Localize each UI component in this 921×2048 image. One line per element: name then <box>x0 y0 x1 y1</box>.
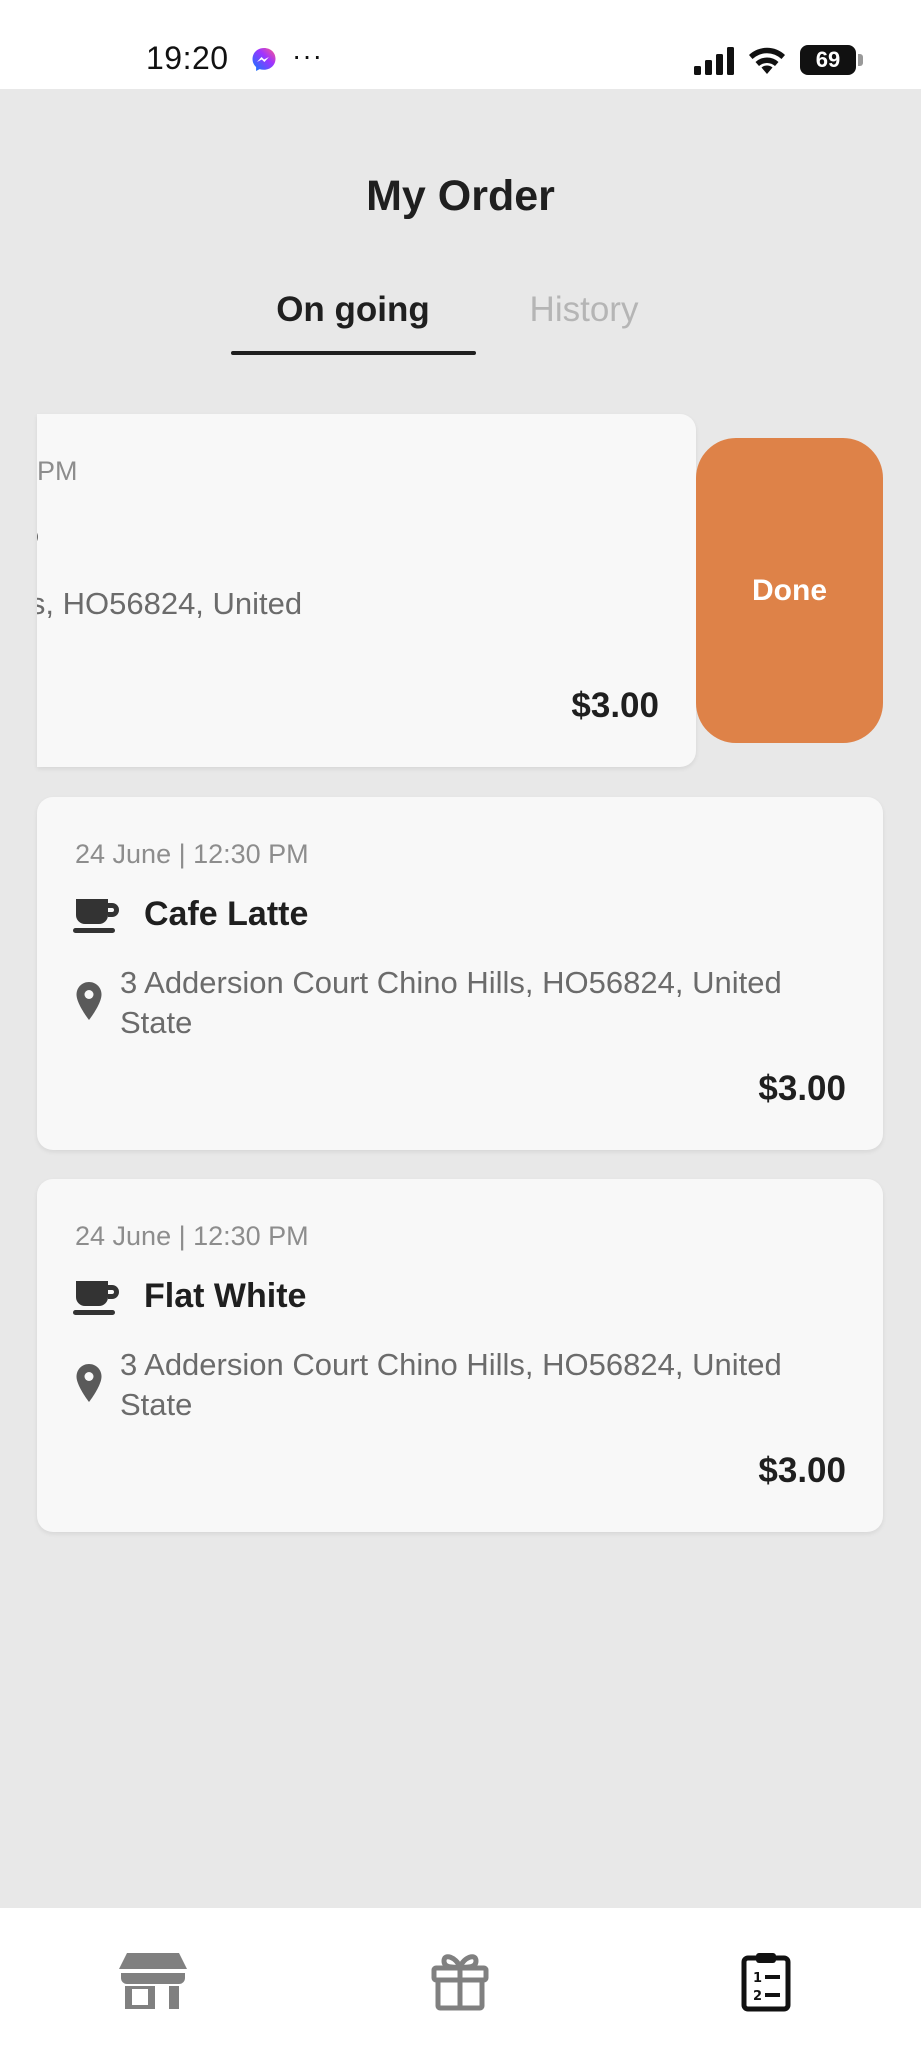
order-price: $3.00 <box>758 1069 846 1108</box>
order-date: :30 PM <box>37 456 78 486</box>
order-name: Flat White <box>144 1277 307 1315</box>
status-bar: 19:20 ··· 69 <box>0 0 921 89</box>
order-price: $3.00 <box>571 686 659 725</box>
bottom-navigation: 1 2 <box>0 1908 921 2048</box>
coffee-cup-icon <box>73 1281 119 1315</box>
page-title: My Order <box>366 172 555 220</box>
svg-text:1: 1 <box>753 1971 762 1986</box>
order-list-icon: 1 2 <box>741 1953 791 2012</box>
done-button-label: Done <box>752 573 827 607</box>
active-tab-indicator <box>231 351 476 355</box>
order-address: 3 Addersion Court Chino Hills, HO56824, … <box>120 965 782 1040</box>
location-pin-icon <box>76 982 102 1020</box>
status-time: 19:20 <box>146 40 229 76</box>
tab-history[interactable]: History <box>464 290 704 330</box>
order-date: 24 June | 12:30 PM <box>75 839 309 869</box>
nav-store-button[interactable] <box>113 1946 193 2016</box>
nav-gift-button[interactable] <box>420 1946 500 2016</box>
cellular-signal-icon <box>694 47 734 75</box>
order-card[interactable]: :30 PM ricano rsion Court Chino Hills, H… <box>37 414 696 767</box>
battery-indicator: 69 <box>800 45 856 75</box>
location-pin-icon <box>76 1364 102 1402</box>
order-price: $3.00 <box>758 1451 846 1490</box>
order-date: 24 June | 12:30 PM <box>75 1221 309 1251</box>
store-icon <box>119 1953 187 2009</box>
wifi-icon <box>749 47 785 74</box>
coffee-cup-icon <box>73 899 119 933</box>
order-name: ricano <box>37 516 39 555</box>
svg-text:2: 2 <box>753 1989 762 2004</box>
done-button[interactable]: Done <box>696 438 883 743</box>
battery-level: 69 <box>815 47 841 72</box>
order-name: Cafe Latte <box>144 895 309 933</box>
nav-orders-button[interactable]: 1 2 <box>726 1946 806 2016</box>
gift-icon <box>431 1954 489 2011</box>
order-card[interactable]: 24 June | 12:30 PM Cafe Latte 3 Addersio… <box>37 797 883 1150</box>
order-address: 3 Addersion Court Chino Hills, HO56824, … <box>120 1347 782 1422</box>
order-address: rsion Court Chino Hills, HO56824, United <box>37 586 303 621</box>
messenger-icon <box>252 48 276 71</box>
more-dots-icon: ··· <box>292 40 323 71</box>
battery-tip <box>858 54 863 66</box>
tab-on-going[interactable]: On going <box>233 290 473 330</box>
order-card[interactable]: 24 June | 12:30 PM Flat White 3 Addersio… <box>37 1179 883 1532</box>
